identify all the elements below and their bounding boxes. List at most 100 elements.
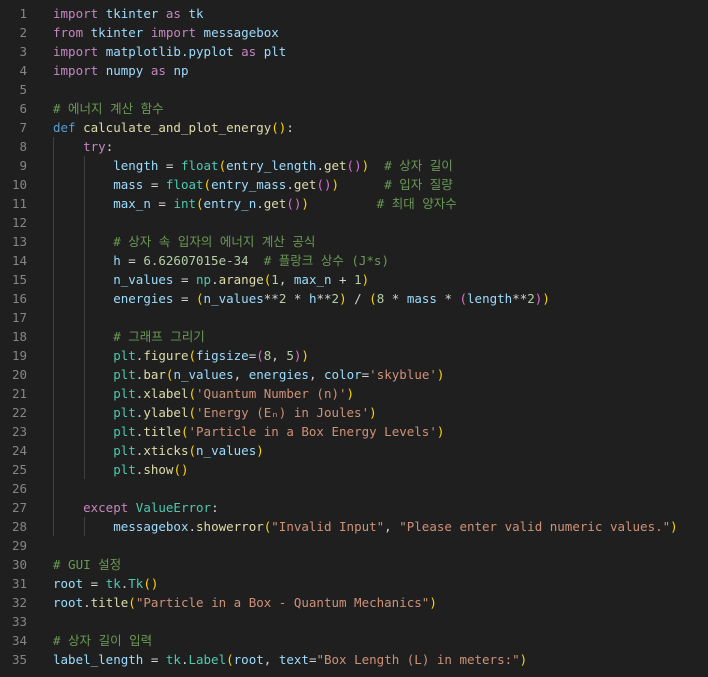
code-line[interactable]: 4 import numpy as np bbox=[0, 61, 708, 80]
code-token: from bbox=[53, 25, 84, 40]
code-line[interactable]: 12 bbox=[0, 213, 708, 232]
code-line[interactable]: 9 length = float(entry_length.get()) # 상… bbox=[0, 156, 708, 175]
code-line[interactable]: 31 root = tk.Tk() bbox=[0, 574, 708, 593]
code-token: ( bbox=[459, 291, 468, 306]
code-line[interactable]: 24 plt.xticks(n_values) bbox=[0, 441, 708, 460]
code-line[interactable]: 23 plt.title('Particle in a Box Energy L… bbox=[0, 422, 708, 441]
code-token: Tk bbox=[128, 576, 144, 591]
code-line[interactable]: 15 n_values = np.arange(1, max_n + 1) bbox=[0, 270, 708, 289]
code-line[interactable]: 21 plt.xlabel('Quantum Number (n)') bbox=[0, 384, 708, 403]
code-line[interactable]: 17 bbox=[0, 308, 708, 327]
code-line[interactable]: 8 try: bbox=[0, 137, 708, 156]
code-token: messagebox bbox=[203, 25, 279, 40]
code-token: ) bbox=[436, 424, 445, 439]
code-token: float bbox=[165, 177, 204, 192]
code-line[interactable]: 26 bbox=[0, 479, 708, 498]
code-line[interactable]: 3 import matplotlib.pyplot as plt bbox=[0, 42, 708, 61]
code-token: () bbox=[173, 462, 189, 477]
code-token: n_values bbox=[173, 367, 234, 382]
code-token: mass bbox=[406, 291, 437, 306]
code-line[interactable]: 27 except ValueError: bbox=[0, 498, 708, 517]
code-token: . bbox=[316, 158, 324, 173]
code-text: import numpy as np bbox=[53, 61, 189, 80]
code-line[interactable]: 14 h = 6.62607015e-34 # 플랑크 상수 (J*s) bbox=[0, 251, 708, 270]
code-token: ** bbox=[512, 291, 528, 306]
code-token: entry_mass bbox=[211, 177, 287, 192]
code-line[interactable]: 22 plt.ylabel('Energy (Eₙ) in Joules') bbox=[0, 403, 708, 422]
code-token: plt bbox=[263, 44, 287, 59]
code-line[interactable]: 25 plt.show() bbox=[0, 460, 708, 479]
code-line[interactable]: 19 plt.figure(figsize=(8, 5)) bbox=[0, 346, 708, 365]
line-number: 31 bbox=[11, 576, 27, 591]
code-line[interactable]: 6 # 에너지 계산 함수 bbox=[0, 99, 708, 118]
code-token: ** bbox=[263, 291, 279, 306]
code-text: root = tk.Tk() bbox=[53, 574, 158, 593]
indent-guide bbox=[53, 213, 54, 232]
code-token: np bbox=[173, 63, 189, 78]
code-token: n_values bbox=[113, 272, 174, 287]
code-token: . bbox=[286, 177, 294, 192]
code-token: h bbox=[113, 253, 121, 268]
code-line[interactable]: 10 mass = float(entry_mass.get()) # 입자 질… bbox=[0, 175, 708, 194]
code-line[interactable]: 2 from tkinter import messagebox bbox=[0, 23, 708, 42]
code-line[interactable]: 35 label_length = tk.Label(root, text="Bo… bbox=[0, 650, 708, 669]
code-token: "Particle in a Box - Quantum Mechanics" bbox=[135, 595, 430, 610]
code-line[interactable]: 18 # 그래프 그리기 bbox=[0, 327, 708, 346]
code-text: plt.xticks(n_values) bbox=[53, 441, 264, 460]
code-line[interactable]: 20 plt.bar(n_values, energies, color='sk… bbox=[0, 365, 708, 384]
line-number: 29 bbox=[11, 538, 27, 553]
code-token: plt bbox=[113, 405, 136, 420]
code-token: 1 bbox=[271, 272, 279, 287]
code-line[interactable]: 1 import tkinter as tk bbox=[0, 4, 708, 23]
code-token: plt bbox=[113, 424, 136, 439]
code-line[interactable]: 11 max_n = int(entry_n.get()) # 최대 양자수 bbox=[0, 194, 708, 213]
code-token: title bbox=[90, 595, 129, 610]
code-text: # GUI 설정 bbox=[53, 555, 121, 574]
code-token: numpy bbox=[105, 63, 144, 78]
code-token: plt bbox=[113, 443, 136, 458]
code-editor[interactable]: 1 import tkinter as tk 2 from tkinter impor… bbox=[0, 0, 708, 677]
code-token: ) bbox=[346, 386, 355, 401]
code-text: plt.ylabel('Energy (Eₙ) in Joules') bbox=[53, 403, 376, 422]
code-line[interactable]: 5 bbox=[0, 80, 708, 99]
code-line[interactable]: 29 bbox=[0, 536, 708, 555]
line-number: 12 bbox=[11, 215, 27, 230]
code-token: = bbox=[173, 291, 197, 306]
code-token: 2 bbox=[527, 291, 535, 306]
code-line[interactable]: 33 bbox=[0, 612, 708, 631]
line-number: 18 bbox=[11, 329, 27, 344]
line-number: 35 bbox=[11, 652, 27, 667]
code-line[interactable]: 30 # GUI 설정 bbox=[0, 555, 708, 574]
code-token: plt bbox=[113, 386, 136, 401]
code-token: import bbox=[53, 44, 99, 59]
code-token: ValueError bbox=[135, 500, 212, 515]
line-number: 4 bbox=[19, 63, 27, 78]
code-token: ( bbox=[256, 348, 264, 363]
code-line[interactable]: 32 root.title("Particle in a Box - Quantu… bbox=[0, 593, 708, 612]
line-number: 34 bbox=[11, 633, 27, 648]
line-number: 28 bbox=[11, 519, 27, 534]
code-line[interactable]: 34 # 상자 길이 입력 bbox=[0, 631, 708, 650]
code-token: = bbox=[143, 177, 166, 192]
code-token: ) bbox=[331, 177, 340, 192]
code-token: () bbox=[346, 158, 362, 173]
code-token: get bbox=[263, 196, 287, 211]
code-line[interactable]: 7 def calculate_and_plot_energy(): bbox=[0, 118, 708, 137]
code-token: root bbox=[53, 595, 84, 610]
line-number: 13 bbox=[11, 234, 27, 249]
code-token: title bbox=[143, 424, 181, 439]
code-token: as bbox=[150, 63, 166, 78]
code-text: label_length = tk.Label(root, text="Box … bbox=[53, 650, 527, 669]
code-line[interactable]: 13 # 상자 속 입자의 에너지 계산 공식 bbox=[0, 232, 708, 251]
code-text: try: bbox=[53, 137, 113, 156]
code-line[interactable]: 28 messagebox.showerror("Invalid Input",… bbox=[0, 517, 708, 536]
code-line[interactable]: 16 energies = (n_values**2 * h**2) / (8 … bbox=[0, 289, 708, 308]
code-token: 'Particle in a Box Energy Levels' bbox=[188, 424, 437, 439]
code-text: plt.figure(figsize=(8, 5)) bbox=[53, 346, 309, 365]
line-number: 26 bbox=[11, 481, 27, 496]
